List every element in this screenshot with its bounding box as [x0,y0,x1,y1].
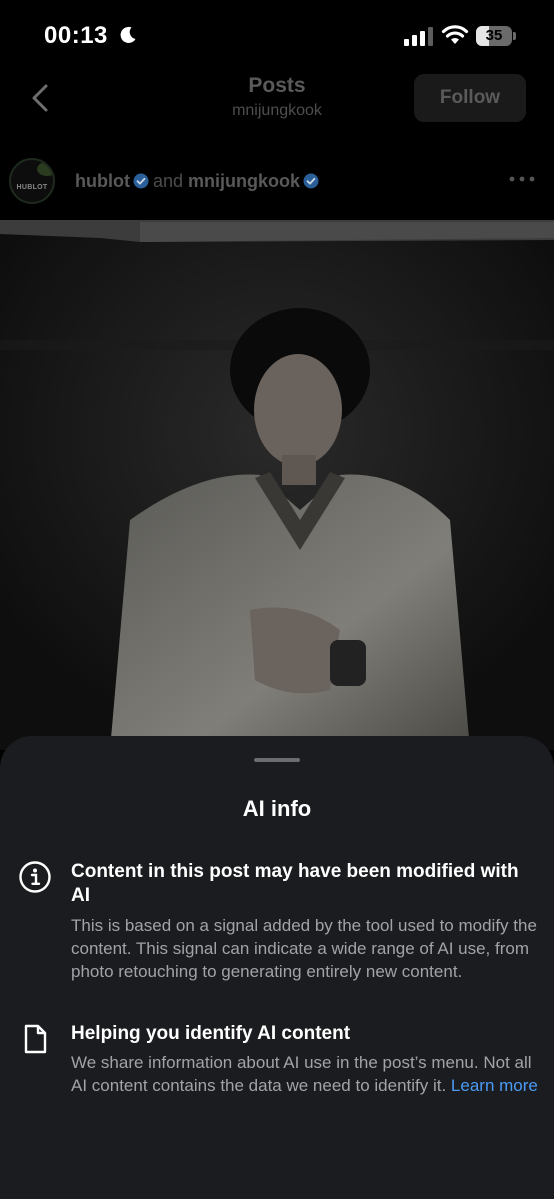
sheet-grabber[interactable] [254,758,300,762]
document-icon [24,1024,47,1054]
info-circle-icon [19,861,51,893]
ai-info-heading-identify: Helping you identify AI content [71,1023,351,1044]
status-bar: 00:13 35 [0,0,554,70]
battery-level: 35 [485,27,503,44]
wifi-icon [441,25,469,44]
more-options-icon[interactable] [508,174,536,184]
ai-info-body-identify: We share information about AI use in the… [71,1051,541,1097]
avatar-logo-text: HUBLOT [16,184,48,191]
cellular-signal-icon [404,27,433,46]
ai-info-body-modified: This is based on a signal added by the t… [71,916,537,981]
sheet-title: AI info [242,796,312,821]
top-nav-bar: Posts mnijungkook Follow [0,70,554,138]
moon-icon [120,26,136,43]
post-header: HUBLOT hublot and mnijungkook [0,150,554,218]
status-time: 00:13 [44,22,108,49]
post-photo-image [0,220,554,750]
authors-joiner: and [152,171,184,191]
back-chevron-icon[interactable] [22,78,62,118]
ai-info-sheet: AI info Content in this post may have be… [0,736,554,1199]
verified-badge-icon [303,173,319,189]
battery-indicator: 35 [476,26,516,46]
post-authors: hublot and mnijungkook [75,171,323,192]
post-photo[interactable] [0,220,554,750]
follow-button[interactable]: Follow [414,74,526,122]
author-hublot[interactable]: hublot [75,171,130,191]
avatar[interactable]: HUBLOT [9,158,55,204]
author-mnijungkook[interactable]: mnijungkook [188,171,300,191]
verified-badge-icon [133,173,149,189]
ai-info-heading-modified: Content in this post may have been modif… [71,861,519,906]
learn-more-link[interactable]: Learn more [451,1076,538,1095]
